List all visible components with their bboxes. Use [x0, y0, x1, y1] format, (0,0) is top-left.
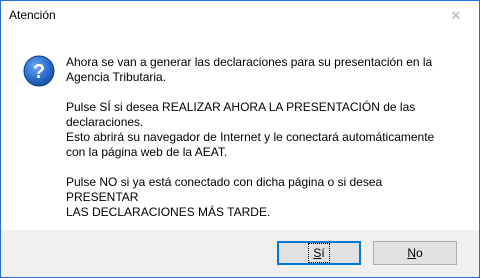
message-paragraph-intro: Ahora se van a generar las declaraciones… [66, 55, 433, 84]
title-bar[interactable]: Atención ✕ [1, 1, 479, 30]
dialog-window: Atención ✕ ? Ahora se van a generar las … [0, 0, 480, 278]
button-bar: Sí No [1, 230, 479, 277]
message-paragraph-yes: Pulse SÍ si desea REALIZAR AHORA LA PRES… [66, 100, 435, 159]
message-text: Ahora se van a generar las declaraciones… [66, 55, 456, 235]
no-button[interactable]: No [373, 241, 457, 265]
window-title: Atención [9, 8, 56, 22]
svg-text:?: ? [33, 61, 45, 83]
yes-button-label: Sí [308, 243, 330, 263]
message-paragraph-no: Pulse NO si ya está conectado con dicha … [66, 175, 383, 219]
close-icon[interactable]: ✕ [433, 1, 479, 30]
dialog-content: ? Ahora se van a generar las declaracion… [1, 30, 479, 230]
no-button-label: No [407, 246, 423, 260]
question-icon: ? [23, 55, 55, 87]
yes-button[interactable]: Sí [277, 241, 361, 265]
